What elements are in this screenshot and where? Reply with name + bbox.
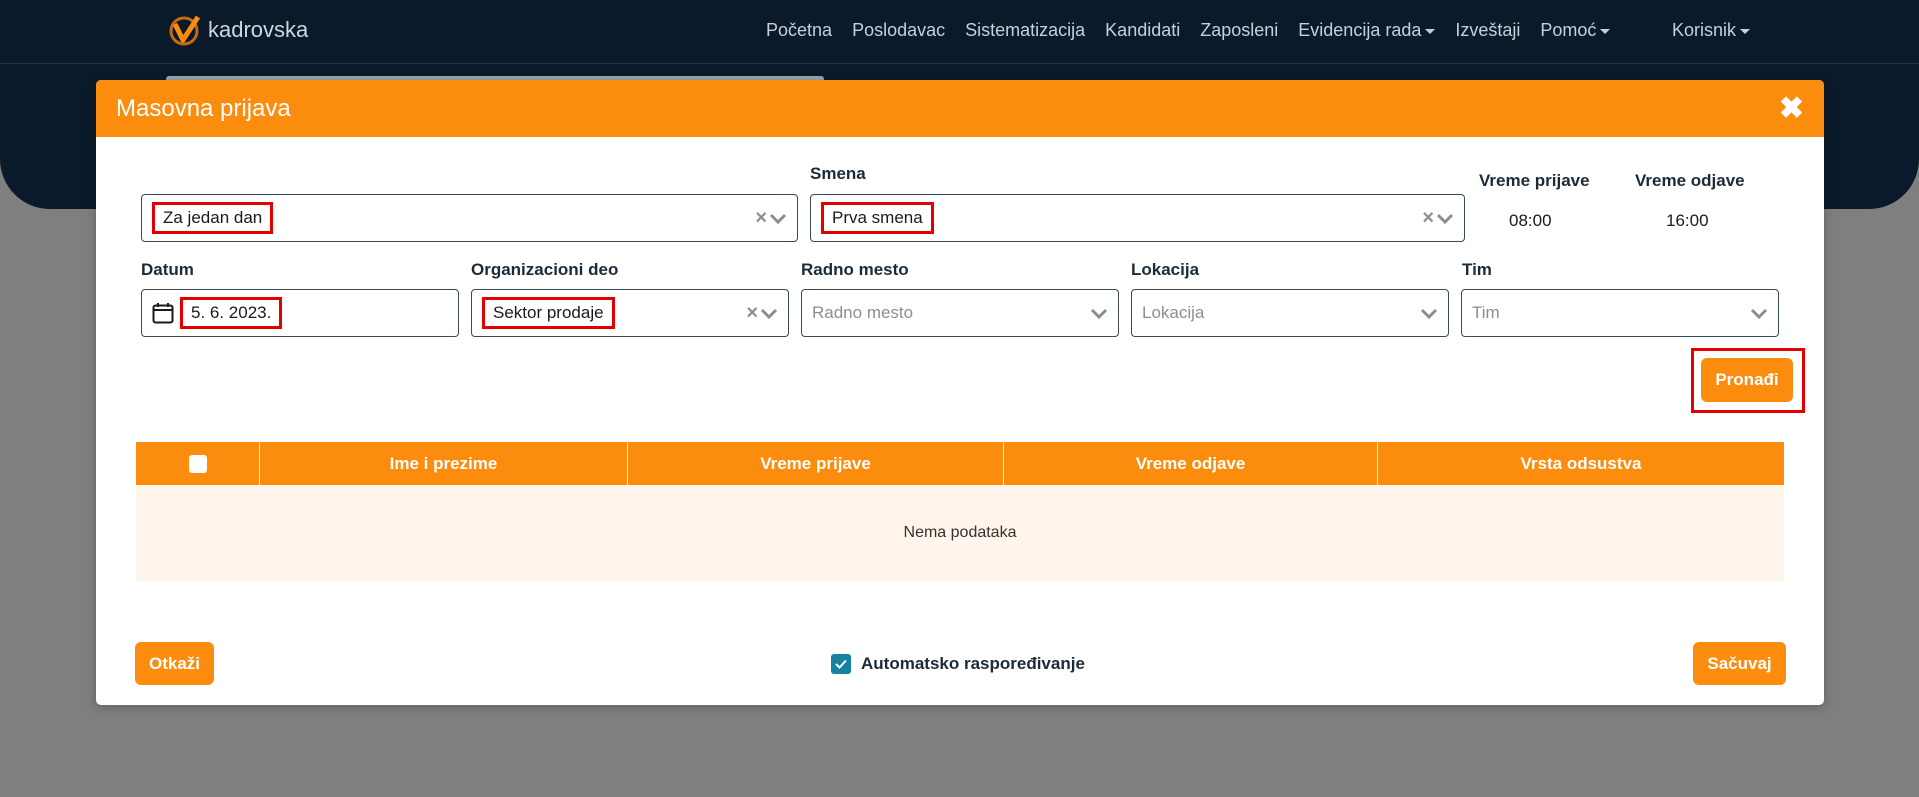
location-label: Lokacija [1131, 260, 1200, 279]
chevron-down-icon [1436, 213, 1454, 225]
caret-down-icon [1600, 28, 1611, 34]
mass-checkin-modal: Masovna prijava ✖ Za jedan dan × Smena P… [96, 80, 1824, 705]
team-select[interactable]: Tim [1461, 289, 1779, 337]
org-unit-select[interactable]: Sektor prodaje × [471, 289, 789, 337]
nav-pocetna[interactable]: Početna [766, 20, 832, 41]
nav-sistematizacija[interactable]: Sistematizacija [965, 20, 1085, 41]
save-button[interactable]: Sačuvaj [1693, 642, 1786, 685]
period-select[interactable]: Za jedan dan × [141, 194, 798, 242]
top-navbar: kadrovska Početna Poslodavac Sistematiza… [0, 0, 1919, 64]
nav-zaposleni[interactable]: Zaposleni [1200, 20, 1278, 41]
auto-assign-label: Automatsko raspoređivanje [861, 654, 1085, 673]
find-button-highlight: Pronađi [1691, 348, 1805, 413]
nav-pomoc-label: Pomoć [1540, 20, 1597, 40]
clear-icon[interactable]: × [1422, 207, 1434, 230]
clear-icon[interactable]: × [746, 302, 758, 325]
position-placeholder: Radno mesto [812, 303, 914, 322]
shift-value: Prva smena [821, 202, 934, 234]
column-header[interactable]: Vreme odjave [1004, 442, 1378, 485]
chevron-down-icon [760, 308, 778, 320]
employees-table: Ime i prezime Vreme prijave Vreme odjave… [136, 442, 1784, 581]
main-nav: Početna Poslodavac Sistematizacija Kandi… [766, 20, 1630, 41]
position-select[interactable]: Radno mesto [801, 289, 1119, 337]
find-button[interactable]: Pronađi [1701, 358, 1793, 402]
clear-icon[interactable]: × [755, 207, 767, 230]
caret-down-icon [1740, 28, 1751, 34]
nav-evidencija-rada-label: Evidencija rada [1298, 20, 1422, 40]
nav-poslodavac[interactable]: Poslodavac [852, 20, 945, 41]
modal-header: Masovna prijava ✖ [96, 80, 1824, 137]
caret-down-icon [1425, 28, 1436, 34]
nav-evidencija-rada[interactable]: Evidencija rada [1298, 20, 1436, 41]
check-in-label: Vreme prijave [1479, 171, 1590, 190]
check-icon [835, 659, 847, 669]
cancel-button[interactable]: Otkaži [135, 642, 214, 685]
column-header[interactable]: Ime i prezime [260, 442, 628, 485]
chevron-down-icon [1420, 308, 1438, 320]
org-unit-label: Organizacioni deo [471, 260, 619, 279]
shift-label: Smena [810, 164, 866, 183]
modal-title: Masovna prijava [116, 94, 291, 122]
org-unit-value: Sektor prodaje [482, 297, 615, 329]
period-value: Za jedan dan [152, 202, 274, 234]
check-in-value: 08:00 [1509, 211, 1552, 230]
select-all-cell [136, 442, 260, 485]
chevron-down-icon [1750, 308, 1768, 320]
position-label: Radno mesto [801, 260, 909, 279]
table-empty-row: Nema podataka [136, 485, 1784, 581]
auto-assign-toggle[interactable]: Automatsko raspoređivanje [831, 654, 1085, 674]
nav-kandidati[interactable]: Kandidati [1105, 20, 1180, 41]
select-all-checkbox[interactable] [188, 454, 207, 473]
brand[interactable]: kadrovska [168, 14, 308, 46]
column-header[interactable]: Vreme prijave [628, 442, 1004, 485]
empty-message: Nema podataka [903, 524, 1017, 541]
nav-user-label: Korisnik [1672, 20, 1737, 40]
column-header[interactable]: Vrsta odsustva [1378, 442, 1784, 485]
brand-logo-icon [169, 15, 201, 46]
team-label: Tim [1462, 260, 1492, 279]
check-out-label: Vreme odjave [1635, 171, 1745, 190]
location-select[interactable]: Lokacija [1131, 289, 1449, 337]
table-header: Ime i prezime Vreme prijave Vreme odjave… [136, 442, 1784, 485]
shift-select[interactable]: Prva smena × [810, 194, 1465, 242]
check-out-value: 16:00 [1666, 211, 1709, 230]
date-value: 5. 6. 2023. [180, 297, 283, 329]
chevron-down-icon [769, 213, 787, 225]
nav-izvestaji[interactable]: Izveštaji [1455, 20, 1520, 41]
team-placeholder: Tim [1472, 303, 1500, 322]
nav-pomoc[interactable]: Pomoć [1540, 20, 1611, 41]
calendar-icon[interactable] [152, 302, 174, 324]
chevron-down-icon [1090, 308, 1108, 320]
brand-name: kadrovska [208, 17, 309, 42]
date-label: Datum [141, 260, 194, 279]
auto-assign-checkbox[interactable] [831, 654, 851, 674]
nav-user-menu[interactable]: Korisnik [1672, 20, 1751, 41]
location-placeholder: Lokacija [1142, 303, 1205, 322]
date-picker[interactable]: 5. 6. 2023. [141, 289, 459, 337]
close-icon[interactable]: ✖ [1779, 93, 1804, 124]
